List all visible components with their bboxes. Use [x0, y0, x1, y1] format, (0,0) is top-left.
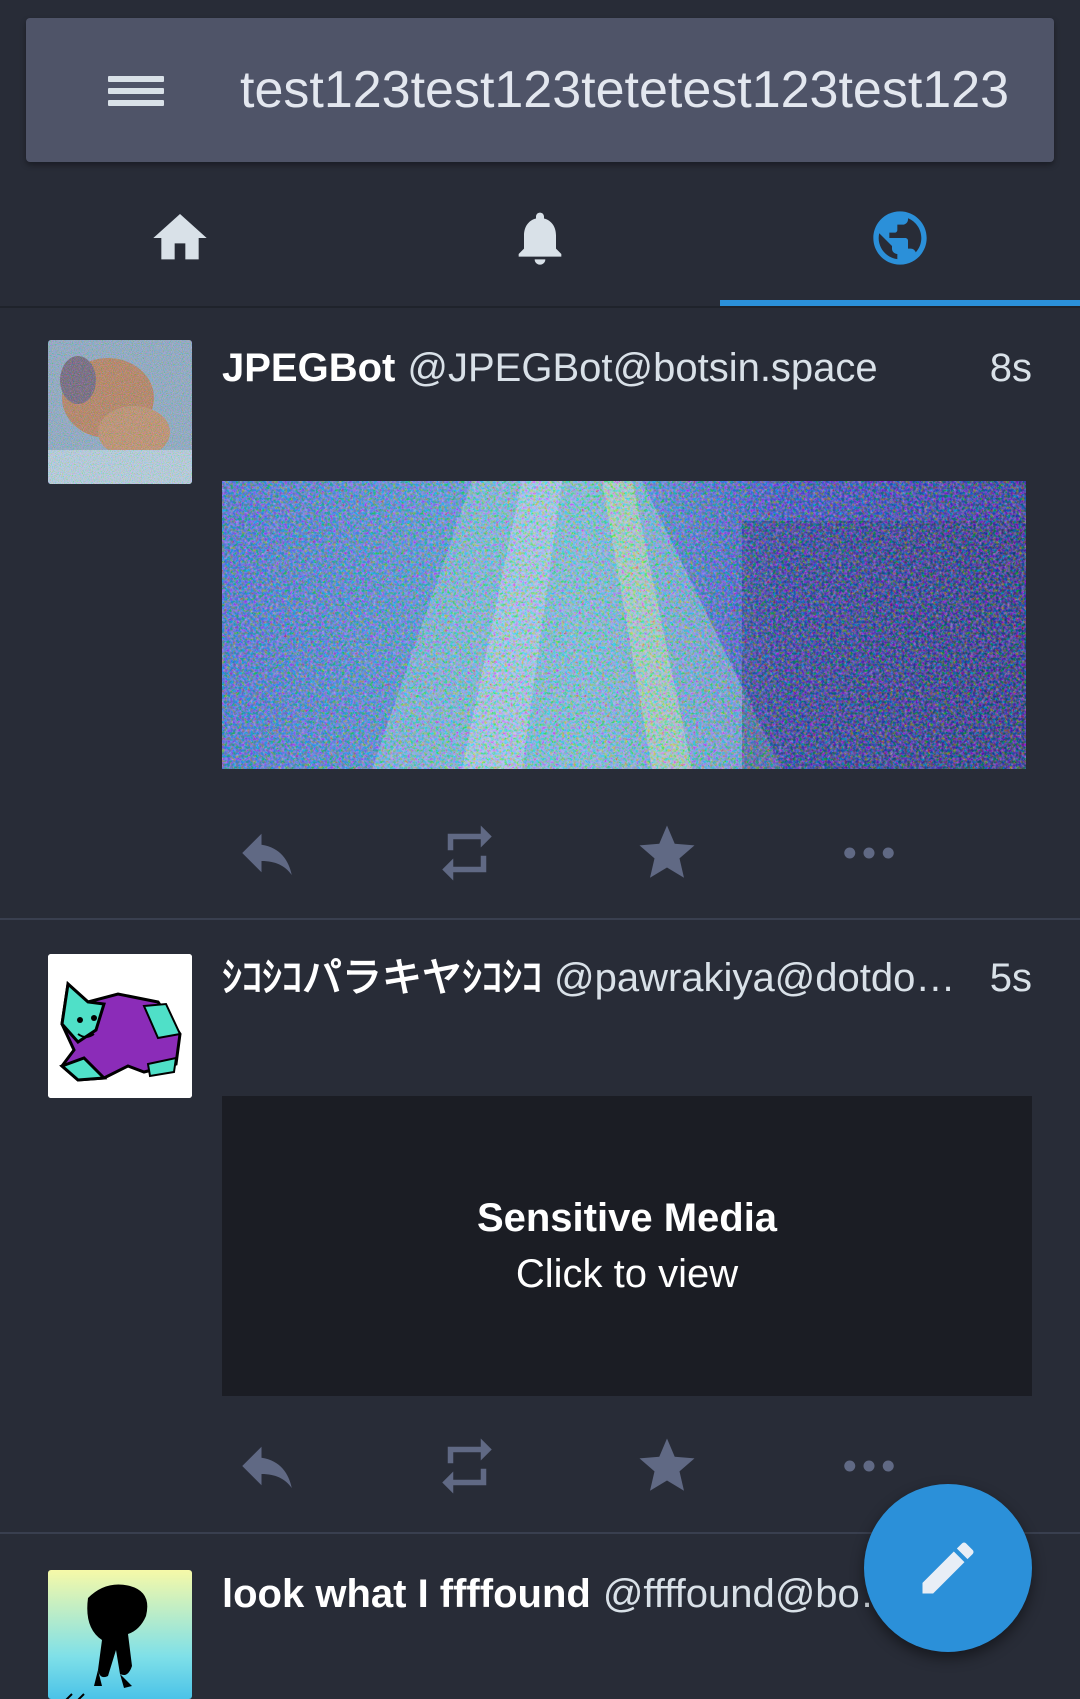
- account-handle[interactable]: @JPEGBot@botsin.space: [407, 346, 877, 390]
- more-icon: [844, 847, 894, 859]
- avatar[interactable]: [48, 340, 192, 484]
- globe-icon: [873, 211, 927, 265]
- reply-icon: [242, 833, 292, 875]
- display-name[interactable]: look what I ffffound: [222, 1572, 591, 1616]
- bell-icon: [518, 212, 562, 265]
- more-button[interactable]: [824, 813, 914, 893]
- status-header: JPEGBot @JPEGBot@botsin.space: [222, 338, 1032, 398]
- media-image[interactable]: [222, 481, 1026, 769]
- display-name[interactable]: JPEGBot: [222, 346, 395, 390]
- more-button[interactable]: [824, 1426, 914, 1506]
- reply-button[interactable]: [222, 813, 312, 893]
- favourite-icon: [639, 825, 695, 878]
- avatar[interactable]: [48, 1570, 192, 1699]
- boost-button[interactable]: [422, 1426, 512, 1506]
- home-icon: [153, 214, 207, 260]
- sensitive-media-hint: Click to view: [515, 1252, 739, 1296]
- account-handle[interactable]: @pawrakiya@dotdo…: [554, 956, 955, 1000]
- favourite-button[interactable]: [622, 813, 712, 893]
- sensitive-media-title: Sensitive Media: [476, 1196, 778, 1240]
- boost-icon: [442, 825, 492, 881]
- tab-bar: [0, 170, 1080, 306]
- status-header: ｼｺｼｺパラキヤｼｺｼｺ @pawrakiya@dotdo…: [222, 948, 1032, 1008]
- hamburger-menu-icon[interactable]: [82, 62, 188, 120]
- timestamp[interactable]: 8s: [977, 338, 1032, 398]
- sensitive-media-overlay[interactable]: Sensitive Media Click to view: [222, 1096, 1032, 1396]
- status-actions: [222, 813, 1032, 893]
- boost-icon: [442, 1438, 492, 1494]
- favourite-button[interactable]: [622, 1426, 712, 1506]
- compose-pencil-icon: [922, 1542, 974, 1594]
- favourite-icon: [639, 1438, 695, 1491]
- tab-home[interactable]: [0, 170, 360, 306]
- reply-icon: [242, 1446, 292, 1488]
- status-item[interactable]: JPEGBot @JPEGBot@botsin.space 8s: [0, 308, 1080, 918]
- search-title[interactable]: test123test123tetetest123test123: [240, 18, 1009, 162]
- boost-button[interactable]: [422, 813, 512, 893]
- account-handle[interactable]: @ffffound@bo…: [603, 1572, 900, 1616]
- avatar[interactable]: [48, 954, 192, 1098]
- search-bar[interactable]: test123test123tetetest123test123: [26, 18, 1054, 162]
- timestamp[interactable]: 5s: [977, 948, 1032, 1008]
- tab-federated[interactable]: [720, 170, 1080, 306]
- display-name[interactable]: ｼｺｼｺパラキヤｼｺｼｺ: [222, 956, 542, 1000]
- reply-button[interactable]: [222, 1426, 312, 1506]
- more-icon: [844, 1460, 894, 1472]
- compose-button[interactable]: [864, 1484, 1032, 1652]
- status-item[interactable]: ｼｺｼｺパラキヤｼｺｼｺ @pawrakiya@dotdo… 5s Sensiti…: [0, 920, 1080, 1532]
- tab-notifications[interactable]: [360, 170, 720, 306]
